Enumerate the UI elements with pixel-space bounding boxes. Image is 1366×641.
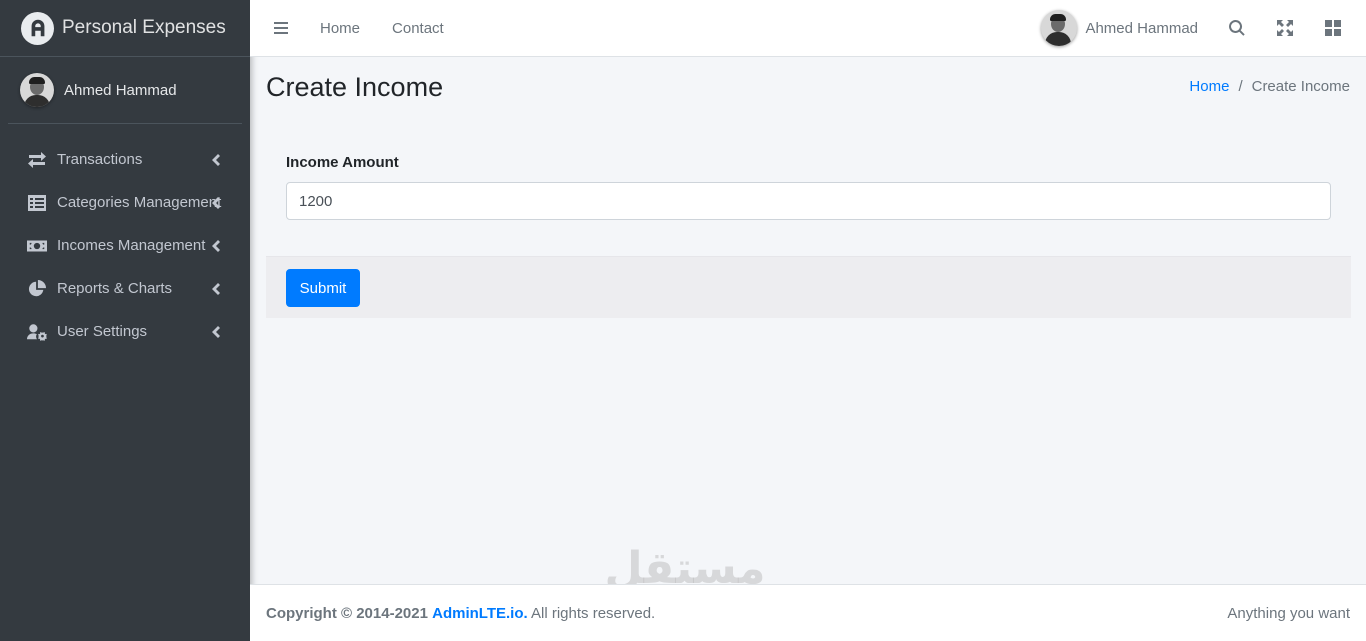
sidebar-item-reports[interactable]: Reports & Charts [8,267,242,310]
breadcrumb-separator: / [1238,78,1243,95]
nav-link-home[interactable]: Home [320,20,360,37]
chevron-left-icon [212,196,220,209]
sidebar-user-panel[interactable]: Ahmed Hammad [8,57,242,124]
avatar [20,73,54,107]
user-cog-icon [26,323,48,341]
sidebar: Personal Expenses Ahmed Hammad Transacti… [0,0,250,641]
navbar-right: Ahmed Hammad [1041,0,1366,56]
navbar-user-name: Ahmed Hammad [1085,19,1198,37]
sidebar-item-label: Incomes Management [57,237,206,254]
brand-link[interactable]: Personal Expenses [0,0,250,57]
sidebar-item-label: Reports & Charts [57,280,173,297]
copyright-suffix: All rights reserved. [531,604,656,622]
income-amount-input[interactable] [286,182,1331,220]
nav-link-contact[interactable]: Contact [392,20,444,37]
sidebar-item-incomes[interactable]: Incomes Management [8,224,242,267]
sidebar-item-categories[interactable]: Categories Management [8,181,242,224]
chevron-left-icon [212,239,220,252]
copyright-text: Copyright © 2014-2021 AdminLTE.io. All r… [266,605,655,622]
brand-logo-icon [21,11,54,45]
avatar [1041,10,1078,46]
breadcrumb-current: Create Income [1251,78,1350,95]
top-navbar: Home Contact Ahmed Hammad [250,0,1366,57]
money-bill-icon [26,237,48,255]
sidebar-item-user-settings[interactable]: User Settings [8,310,242,353]
list-icon [26,194,48,212]
submit-button[interactable]: Submit [286,269,360,307]
form-footer: Submit [266,256,1351,318]
sidebar-user-name[interactable]: Ahmed Hammad [64,82,177,99]
breadcrumb-home-link[interactable]: Home [1189,78,1229,95]
income-amount-label: Income Amount [286,154,399,171]
sidebar-item-label: User Settings [57,323,148,340]
copyright-prefix: Copyright © 2014-2021 [266,604,428,622]
page-title: Create Income [266,72,444,102]
pie-chart-icon [26,279,48,298]
exchange-arrows-icon [26,151,48,169]
footer-tagline: Anything you want [1227,604,1350,622]
adminlte-link[interactable]: AdminLTE.io. [432,605,528,622]
fullscreen-icon[interactable] [1276,19,1294,37]
navbar-user-menu[interactable]: Ahmed Hammad [1041,10,1198,46]
page-footer: Copyright © 2014-2021 AdminLTE.io. All r… [250,584,1366,641]
breadcrumb: Home / Create Income [1189,78,1350,95]
search-icon[interactable] [1228,19,1246,37]
sidebar-item-label: Transactions [57,151,143,168]
chevron-left-icon [212,153,220,166]
grid-apps-icon[interactable] [1324,19,1342,37]
sidebar-nav: Transactions Categories Management Incom… [0,138,250,353]
brand-name: Personal Expenses [62,17,226,38]
sidebar-item-label: Categories Management [57,194,222,211]
chevron-left-icon [212,325,220,338]
menu-toggle-icon[interactable] [274,22,288,34]
sidebar-item-transactions[interactable]: Transactions [8,138,242,181]
chevron-left-icon [212,282,220,295]
